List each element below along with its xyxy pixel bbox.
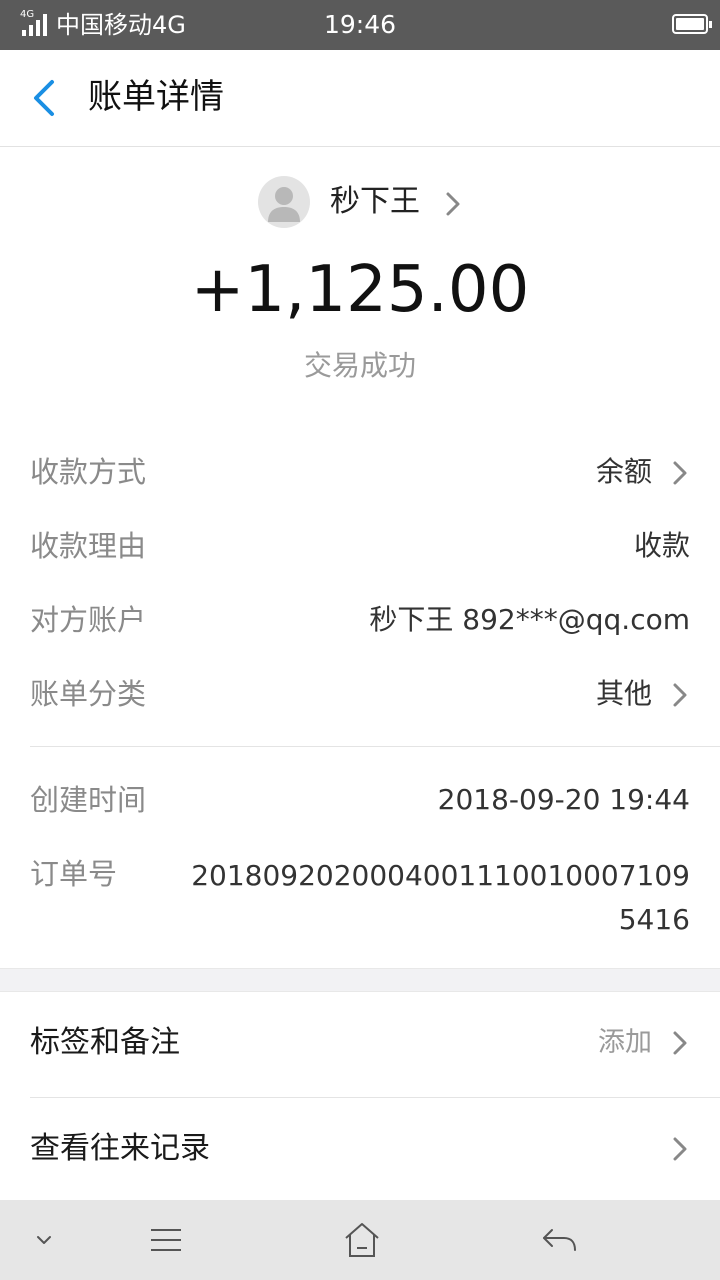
chevron-right-icon: [672, 1136, 688, 1162]
home-icon[interactable]: [340, 1218, 384, 1262]
menu-icon[interactable]: [144, 1218, 188, 1262]
detail-row-counterparty: 对方账户 秒下王 892***@qq.com: [30, 598, 690, 642]
detail-row-reason: 收款理由 收款: [30, 524, 690, 568]
detail-row-created-time: 创建时间 2018-09-20 19:44: [30, 778, 690, 822]
back-chevron-icon[interactable]: [28, 78, 64, 118]
order-number-value: 2018092020004001110010007109 5416: [191, 859, 690, 936]
detail-label: 收款理由: [30, 529, 147, 563]
detail-label: 对方账户: [30, 603, 147, 637]
transaction-amount: +1,125.00: [190, 253, 530, 327]
status-bar: 4G 中国移动4G 19:46: [0, 0, 720, 50]
chevron-right-icon: [672, 682, 688, 708]
view-history-item[interactable]: 查看往来记录: [30, 1124, 690, 1174]
history-label: 查看往来记录: [30, 1131, 210, 1166]
detail-value: 余额: [595, 455, 652, 488]
add-tag-hint: 添加: [598, 1027, 652, 1058]
chevron-right-icon: [444, 190, 462, 218]
system-nav-bar: [0, 1200, 720, 1280]
section-gap: [0, 968, 720, 992]
detail-row-category[interactable]: 账单分类 其他: [30, 672, 690, 716]
detail-value: 秒下王 892***@qq.com: [369, 603, 690, 636]
default-avatar-icon: [258, 176, 310, 228]
status-text: 交易成功: [303, 349, 416, 382]
detail-label: 账单分类: [30, 677, 147, 711]
detail-value: 2018-09-20 19:44: [437, 783, 690, 816]
chevron-right-icon: [672, 1030, 688, 1056]
detail-row-payment-method[interactable]: 收款方式 余额: [30, 450, 690, 494]
back-arrow-icon[interactable]: [538, 1218, 582, 1262]
page-title: 账单详情: [88, 77, 224, 117]
chevron-down-icon[interactable]: [22, 1218, 66, 1262]
detail-label: 订单号: [30, 857, 118, 891]
divider: [30, 746, 720, 747]
payer-link[interactable]: 秒下王: [0, 172, 720, 232]
tags-and-notes-item[interactable]: 标签和备注 添加: [30, 1018, 690, 1068]
detail-value: 其他: [595, 677, 652, 710]
clock: 19:46: [323, 10, 397, 39]
tags-label: 标签和备注: [30, 1025, 180, 1060]
battery-icon: [672, 14, 712, 34]
detail-label: 创建时间: [30, 783, 147, 817]
header: 账单详情: [0, 50, 720, 147]
detail-label: 收款方式: [30, 455, 147, 489]
divider: [30, 1097, 720, 1098]
chevron-right-icon: [672, 460, 688, 486]
detail-value: 收款: [633, 529, 690, 562]
payer-name: 秒下王: [330, 184, 420, 219]
